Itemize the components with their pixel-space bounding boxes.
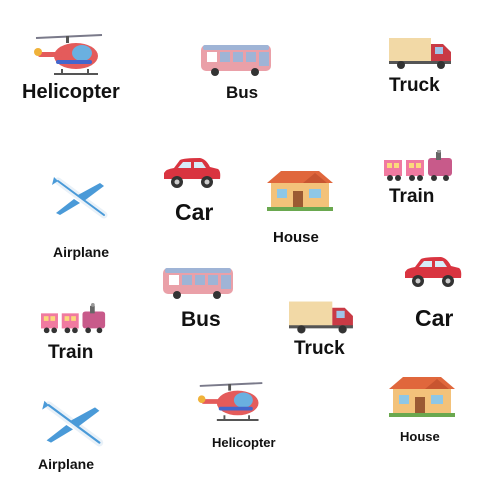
- item-label: Airplane: [53, 244, 110, 260]
- train-icon: [384, 150, 454, 182]
- house-icon: [388, 373, 456, 419]
- item-label: Truck: [389, 75, 440, 96]
- item-label: Truck: [294, 338, 345, 359]
- item-label: Train: [389, 186, 435, 207]
- truck-icon: [389, 36, 453, 70]
- bus-icon: [161, 266, 235, 300]
- truck-icon: [289, 299, 355, 335]
- item-label: House: [273, 229, 319, 246]
- item-label: Bus: [226, 83, 259, 102]
- item-label: House: [400, 429, 440, 444]
- car-icon: [403, 256, 463, 290]
- item-label: Bus: [181, 308, 221, 331]
- item-label: Helicopter: [22, 81, 120, 103]
- house-icon: [267, 167, 333, 213]
- train-icon: [41, 303, 107, 335]
- car-icon: [162, 157, 222, 191]
- airplane-icon: [50, 177, 110, 221]
- helicopter-icon: [196, 380, 268, 424]
- bus-icon: [199, 43, 273, 77]
- item-label: Train: [48, 342, 94, 363]
- airplane-icon: [40, 398, 106, 452]
- item-label: Helicopter: [212, 435, 276, 450]
- item-label: Car: [175, 199, 214, 225]
- item-label: Car: [415, 305, 454, 331]
- helicopter-icon: [32, 32, 108, 78]
- item-label: Airplane: [38, 456, 95, 472]
